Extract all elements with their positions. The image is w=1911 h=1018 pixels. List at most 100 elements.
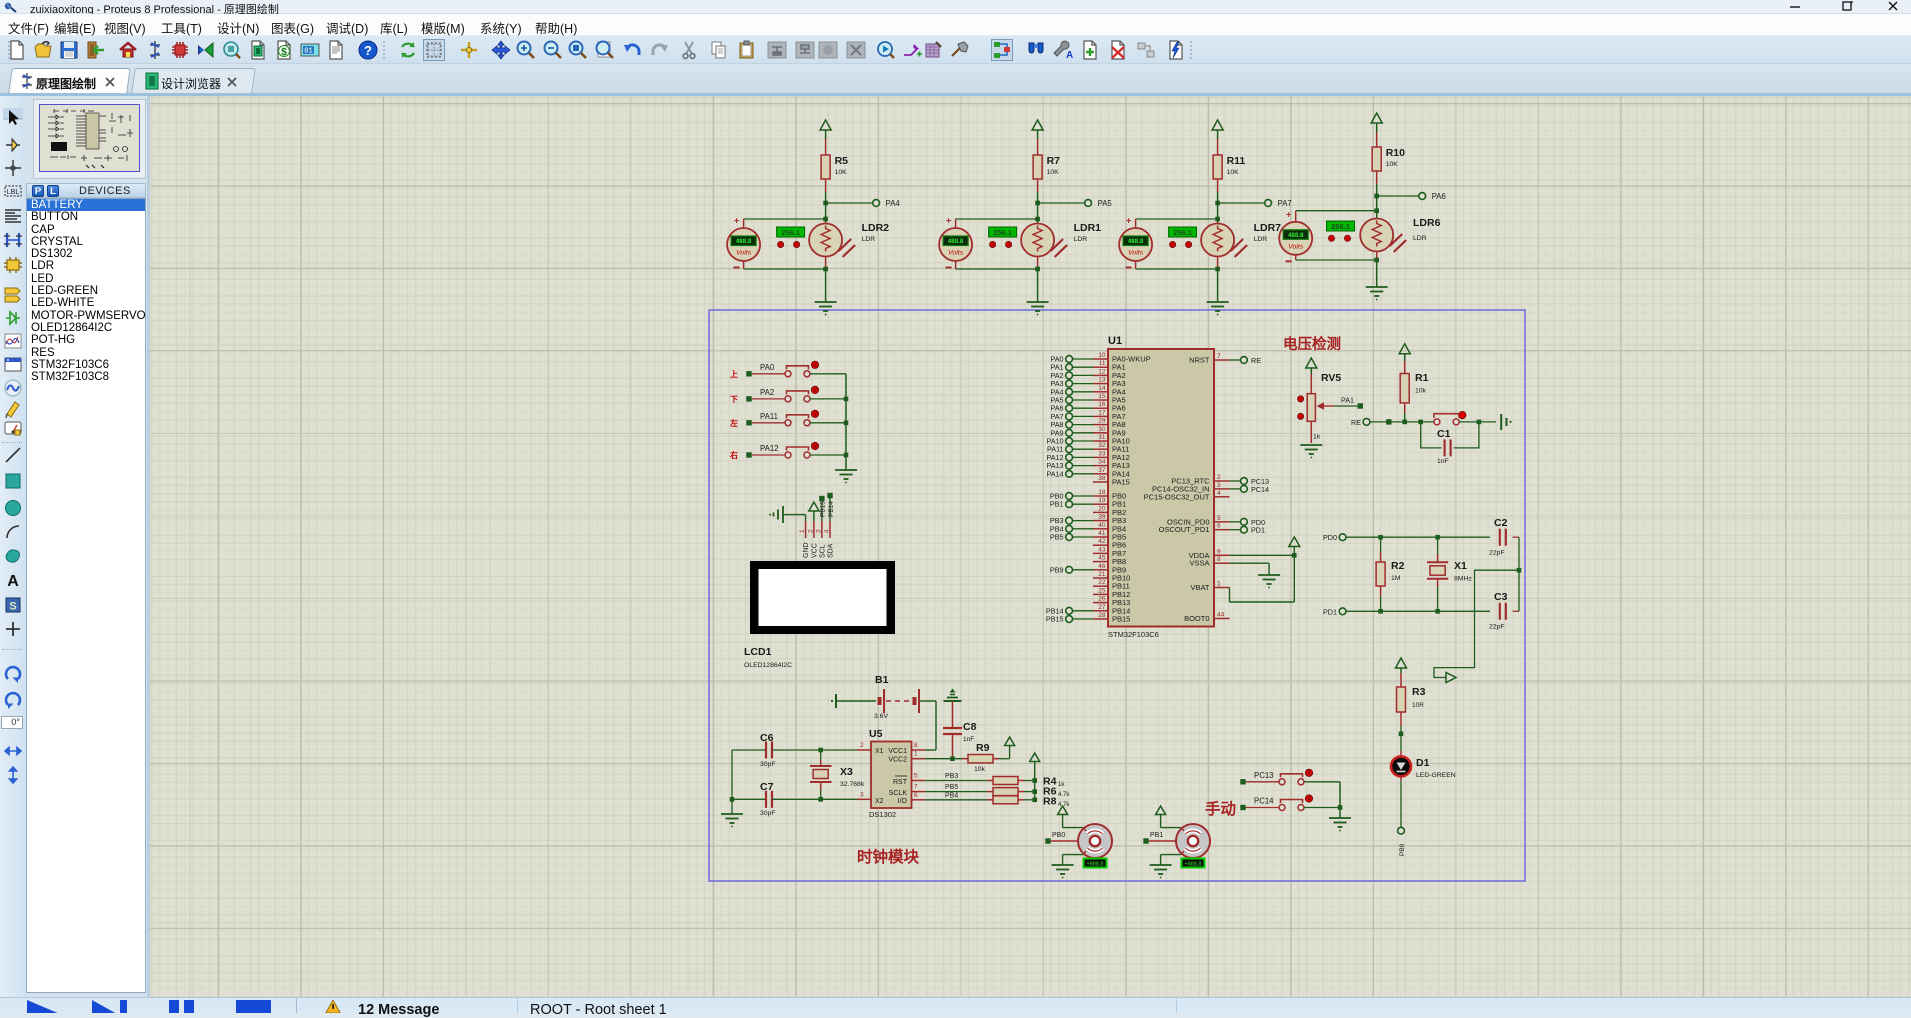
svg-text:BOOT0: BOOT0 [1184,614,1209,623]
svg-text:PA12: PA12 [760,444,779,453]
svg-text:C8: C8 [963,721,977,733]
svg-text:SCLK: SCLK [889,790,908,797]
svg-text:8MHz: 8MHz [1454,576,1472,583]
svg-text:46: 46 [1098,563,1106,570]
svg-text:2: 2 [860,742,864,749]
svg-text:R8: R8 [1043,796,1057,808]
svg-text:256.1: 256.1 [1331,222,1350,231]
svg-text:时钟模块: 时钟模块 [857,847,920,866]
svg-text:22: 22 [1098,579,1106,586]
svg-text:PD1: PD1 [1251,526,1265,535]
svg-text:43: 43 [1098,546,1106,553]
svg-text:10k: 10k [1415,388,1427,395]
svg-text:PB9: PB9 [1399,843,1406,856]
svg-text:1: 1 [1217,581,1221,588]
svg-text:12: 12 [1098,368,1106,375]
svg-text:488.8: 488.8 [736,238,752,245]
svg-text:488.8: 488.8 [1288,232,1304,239]
svg-text:下: 下 [730,395,738,404]
svg-text:11: 11 [1099,360,1106,367]
svg-text:VSSA: VSSA [1189,559,1209,568]
svg-text:C1: C1 [1437,428,1451,440]
svg-text:X2: X2 [875,798,884,805]
svg-text:3: 3 [1217,482,1221,489]
svg-text:27: 27 [1098,604,1106,611]
svg-text:PA6: PA6 [1432,192,1446,201]
svg-text:+888.8: +888.8 [1087,862,1104,868]
svg-text:U1: U1 [1108,335,1122,347]
svg-text:33: 33 [1098,450,1106,457]
svg-text:4.7k: 4.7k [1058,792,1070,798]
svg-text:30pF: 30pF [760,761,776,768]
svg-text:PA14: PA14 [1046,469,1063,478]
svg-text:PC13: PC13 [1254,771,1274,780]
svg-text:256.1: 256.1 [1173,228,1192,237]
svg-text:STM32F103C6: STM32F103C6 [1108,630,1159,639]
svg-text:R5: R5 [835,155,849,167]
svg-text:29: 29 [1098,418,1106,425]
svg-text:3.6V: 3.6V [874,713,888,720]
svg-text:C2: C2 [1494,517,1508,529]
svg-text:RE: RE [1351,418,1361,427]
svg-text:VCC2: VCC2 [888,757,907,764]
svg-text:LED-GREEN: LED-GREEN [1416,772,1456,779]
svg-text:1: 1 [914,751,918,758]
svg-text:PA11: PA11 [760,412,778,421]
svg-text:1k: 1k [1058,782,1065,788]
svg-text:OSCOUT_PD1: OSCOUT_PD1 [1159,525,1210,534]
svg-text:10R: 10R [1412,702,1424,709]
svg-text:PA4: PA4 [886,199,901,208]
svg-text:LDR1: LDR1 [1074,222,1102,234]
svg-text:A: A [1066,50,1073,61]
svg-text:PB5: PB5 [945,784,958,791]
svg-text:9: 9 [1217,548,1221,555]
svg-text:PC14: PC14 [1254,797,1274,806]
svg-text:LDR6: LDR6 [1413,217,1441,229]
svg-text:PA2: PA2 [760,388,774,397]
svg-text:7: 7 [914,784,918,791]
svg-text:01: 01 [304,48,312,56]
svg-text:40: 40 [1098,522,1106,529]
svg-text:LDR: LDR [862,236,876,243]
svg-text:25: 25 [1098,587,1106,594]
svg-text:Volts: Volts [1128,250,1143,257]
svg-text:PB14: PB14 [828,501,835,517]
svg-text:45: 45 [1098,555,1106,562]
svg-text:C3: C3 [1494,591,1508,603]
svg-text:OLED12864I2C: OLED12864I2C [744,662,792,669]
svg-text:6: 6 [914,792,918,799]
svg-text:15: 15 [1098,393,1106,400]
svg-text:PC14: PC14 [1251,485,1269,494]
svg-text:13: 13 [1098,377,1106,384]
svg-text:38: 38 [1098,475,1106,482]
svg-text:电压检测: 电压检测 [1283,335,1341,353]
svg-text:21: 21 [1098,571,1106,578]
svg-text:A: A [7,573,19,590]
svg-text:22pF: 22pF [1489,550,1505,557]
svg-text:10K: 10K [1047,169,1060,176]
svg-text:RV5: RV5 [1321,372,1341,384]
svg-text:1nF: 1nF [1437,458,1449,465]
svg-text:Volts: Volts [1288,243,1303,250]
svg-text:S: S [9,601,16,613]
svg-text:PB3: PB3 [945,773,958,780]
svg-text:30pF: 30pF [760,810,776,817]
svg-text:PA15: PA15 [1112,478,1130,487]
svg-text:8: 8 [1217,556,1221,563]
svg-text:39: 39 [1098,514,1106,521]
svg-text:$: $ [281,47,287,58]
svg-text:+: + [734,216,739,226]
svg-text:SDA: SDA [828,543,835,558]
svg-text:LDR: LDR [1254,236,1268,243]
svg-text:37: 37 [1098,467,1106,474]
svg-text:LBL: LBL [7,189,20,196]
svg-text:SCL: SCL [819,544,826,558]
svg-text:PA0: PA0 [760,363,775,372]
svg-text:R9: R9 [976,742,990,754]
svg-text:Volts: Volts [736,250,751,257]
svg-text:14: 14 [1098,385,1106,392]
svg-text:32.768k: 32.768k [840,781,865,788]
svg-text:VBAT: VBAT [1190,583,1209,592]
svg-text:1nF: 1nF [963,736,974,743]
svg-text:X3: X3 [840,766,853,778]
